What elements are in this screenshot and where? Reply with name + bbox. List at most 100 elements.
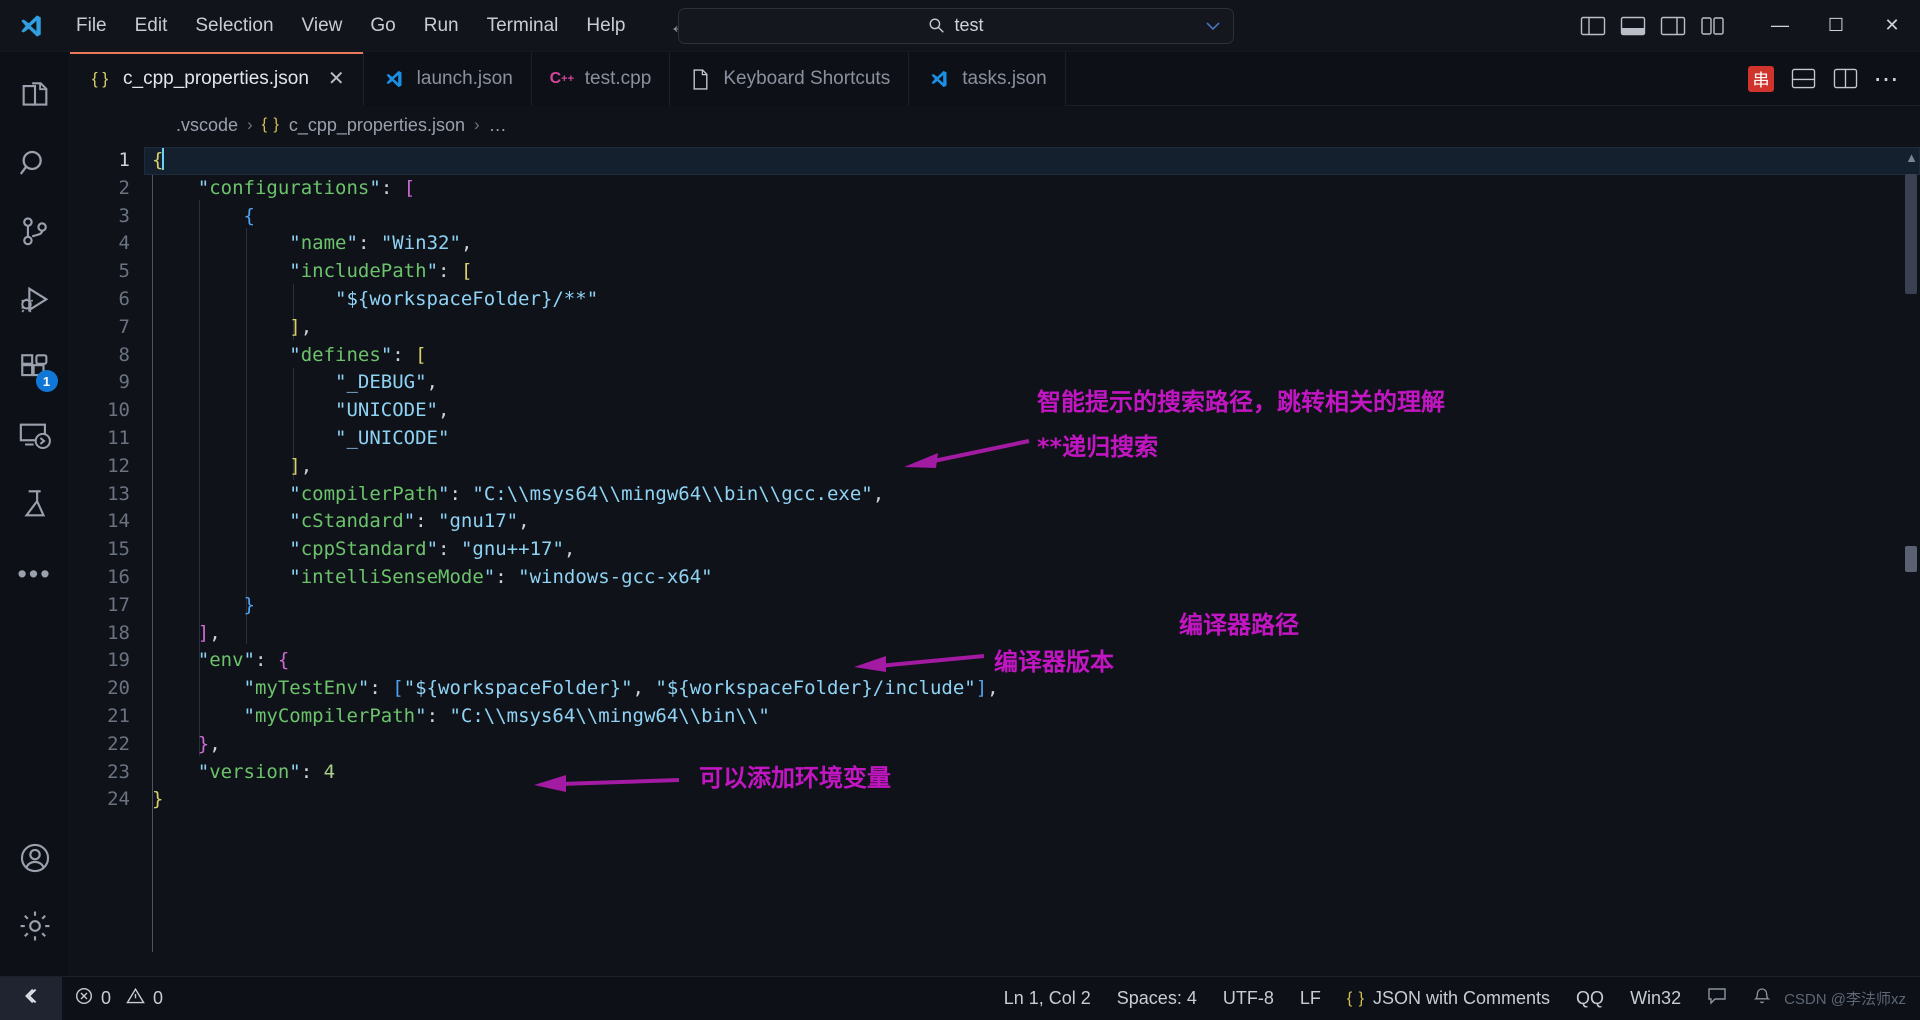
- accounts-button[interactable]: [0, 826, 70, 894]
- tab-keyboard-shortcuts[interactable]: Keyboard Shortcuts: [670, 52, 910, 106]
- tab-tasks-json[interactable]: tasks.json: [909, 52, 1066, 106]
- breadcrumb-tail[interactable]: …: [489, 115, 507, 136]
- sidebar-item-extensions[interactable]: 1: [0, 336, 70, 404]
- line-number: 24: [107, 788, 130, 811]
- tab-c-cpp-properties-json[interactable]: { } c_cpp_properties.json ✕: [70, 52, 364, 106]
- status-feedback[interactable]: [1694, 977, 1740, 1020]
- remote-explorer-icon: [18, 419, 52, 458]
- search-icon: [928, 17, 945, 34]
- ellipsis-icon[interactable]: ⋯: [1874, 65, 1900, 93]
- quick-input[interactable]: test: [678, 7, 1234, 44]
- line-number: 7: [118, 315, 130, 338]
- menu-edit[interactable]: Edit: [121, 10, 182, 42]
- tab-close-icon[interactable]: ✕: [328, 69, 345, 89]
- settings-button[interactable]: [0, 894, 70, 962]
- split-right-icon[interactable]: [1832, 67, 1858, 91]
- line-number: 21: [107, 704, 130, 727]
- line-number: 18: [107, 621, 130, 644]
- code-line[interactable]: ],: [144, 453, 1920, 481]
- sidebar-item-explorer[interactable]: [0, 64, 70, 132]
- code-line[interactable]: "includePath": [: [144, 258, 1920, 286]
- source-control-icon: [18, 215, 52, 254]
- close-button[interactable]: ✕: [1864, 0, 1920, 52]
- code-line[interactable]: {: [144, 203, 1920, 231]
- code-line[interactable]: "defines": [: [144, 342, 1920, 370]
- cpp-icon: C ++: [549, 70, 574, 87]
- status-problems[interactable]: 0 0: [62, 977, 176, 1020]
- scroll-up-icon[interactable]: ▲: [1905, 150, 1918, 165]
- menu-help[interactable]: Help: [572, 10, 639, 42]
- layout-sidebar-left-icon[interactable]: [1580, 15, 1606, 37]
- status-language-mode[interactable]: { } JSON with Comments: [1334, 977, 1563, 1020]
- menu-file[interactable]: File: [62, 10, 121, 42]
- status-platform[interactable]: Win32: [1617, 977, 1694, 1020]
- sidebar-item-more-views[interactable]: •••: [0, 540, 70, 608]
- ellipsis-icon: •••: [17, 558, 52, 589]
- status-eol[interactable]: LF: [1287, 977, 1334, 1020]
- sidebar-item-search[interactable]: [0, 132, 70, 200]
- code-line[interactable]: "configurations": [: [144, 175, 1920, 203]
- code-line[interactable]: "_UNICODE": [144, 425, 1920, 453]
- breadcrumb-separator: ›: [247, 115, 253, 134]
- menu-terminal[interactable]: Terminal: [473, 10, 573, 42]
- tab-test-cpp[interactable]: C ++ test.cpp: [531, 52, 671, 106]
- code-line[interactable]: "cStandard": "gnu17",: [144, 508, 1920, 536]
- code-line[interactable]: "env": {: [144, 647, 1920, 675]
- ime-icon[interactable]: 串: [1748, 65, 1774, 92]
- editor-actions: 串 ⋯: [1748, 52, 1920, 105]
- sidebar-item-remote-explorer[interactable]: [0, 404, 70, 472]
- maximize-button[interactable]: ☐: [1808, 0, 1864, 52]
- code-line[interactable]: }: [144, 592, 1920, 620]
- window-controls: — ☐ ✕: [1752, 0, 1920, 52]
- status-cursor-position[interactable]: Ln 1, Col 2: [991, 977, 1104, 1020]
- json-braces-icon: { }: [261, 116, 280, 133]
- editor-vertical-scrollbar[interactable]: ▲: [1902, 144, 1920, 976]
- code-line[interactable]: ],: [144, 314, 1920, 342]
- code-line[interactable]: "compilerPath": "C:\\msys64\\mingw64\\bi…: [144, 481, 1920, 509]
- code-line[interactable]: "myTestEnv": ["${workspaceFolder}", "${w…: [144, 675, 1920, 703]
- menu-go[interactable]: Go: [356, 10, 409, 42]
- status-ime[interactable]: QQ: [1563, 977, 1617, 1020]
- sidebar-item-run-and-debug[interactable]: [0, 268, 70, 336]
- line-number: 8: [118, 343, 130, 366]
- code-line[interactable]: ],: [144, 620, 1920, 648]
- code-line[interactable]: "myCompilerPath": "C:\\msys64\\mingw64\\…: [144, 703, 1920, 731]
- menu-bar: File Edit Selection View Go Run Terminal…: [62, 10, 640, 42]
- tab-launch-json[interactable]: launch.json: [363, 52, 532, 106]
- remote-window-indicator[interactable]: [0, 976, 62, 1020]
- code-line[interactable]: "_DEBUG",: [144, 369, 1920, 397]
- code-line[interactable]: "name": "Win32",: [144, 230, 1920, 258]
- menu-run[interactable]: Run: [410, 10, 473, 42]
- line-number: 4: [118, 232, 130, 255]
- warning-count: 0: [153, 988, 164, 1008]
- code-line[interactable]: },: [144, 731, 1920, 759]
- customize-layout-icon[interactable]: [1700, 15, 1726, 37]
- breadcrumb-folder[interactable]: .vscode: [176, 115, 238, 136]
- status-notifications[interactable]: [1740, 977, 1784, 1020]
- code-line[interactable]: "UNICODE",: [144, 397, 1920, 425]
- sidebar-item-testing[interactable]: [0, 472, 70, 540]
- status-indentation[interactable]: Spaces: 4: [1104, 977, 1210, 1020]
- minimize-button[interactable]: —: [1752, 0, 1808, 52]
- code-lines[interactable]: { "configurations": [ { "name": "Win32",…: [144, 144, 1920, 976]
- split-down-icon[interactable]: [1790, 67, 1816, 91]
- chevron-down-icon[interactable]: [1205, 18, 1221, 34]
- code-line[interactable]: "version": 4: [144, 759, 1920, 787]
- breadcrumb-file[interactable]: c_cpp_properties.json: [289, 115, 465, 136]
- status-language-label: JSON with Comments: [1373, 988, 1551, 1008]
- menu-selection[interactable]: Selection: [181, 10, 287, 42]
- code-line[interactable]: "cppStandard": "gnu++17",: [144, 536, 1920, 564]
- code-line[interactable]: "${workspaceFolder}/**": [144, 286, 1920, 314]
- layout-panel-icon[interactable]: [1620, 15, 1646, 37]
- layout-sidebar-right-icon[interactable]: [1660, 15, 1686, 37]
- code-line[interactable]: "intelliSenseMode": "windows-gcc-x64": [144, 564, 1920, 592]
- sidebar-item-source-control[interactable]: [0, 200, 70, 268]
- code-line[interactable]: {: [144, 147, 1920, 175]
- code-line[interactable]: }: [144, 786, 1920, 814]
- scrollbar-thumb[interactable]: [1905, 174, 1917, 294]
- line-number: 14: [107, 510, 130, 533]
- code-editor[interactable]: 1 2 3 4 5 6 7 8 9 10 11 12 13 14 15 16 1: [70, 144, 1920, 976]
- line-number: 13: [107, 482, 130, 505]
- status-encoding[interactable]: UTF-8: [1210, 977, 1287, 1020]
- menu-view[interactable]: View: [288, 10, 357, 42]
